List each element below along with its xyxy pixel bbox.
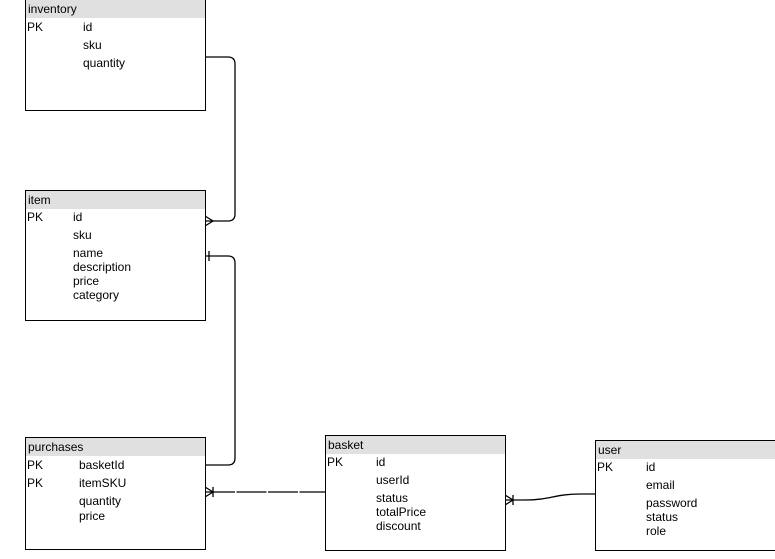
connector-inventory-item [205, 56, 236, 222]
pk-label: PK [327, 455, 344, 469]
field: password [646, 496, 698, 510]
field: status [646, 510, 679, 524]
field: role [646, 524, 667, 538]
table-user[interactable]: user PK id email password status role [595, 440, 775, 551]
table-item[interactable]: item PK id sku name description price ca… [25, 190, 206, 321]
field: quantity [79, 494, 122, 508]
table-basket[interactable]: basket PK id userId status totalPrice di… [325, 435, 506, 551]
table-title: user [596, 441, 775, 459]
field: sku [83, 38, 102, 52]
field: itemSKU [79, 476, 127, 490]
connector-item-purchases [205, 255, 236, 466]
field: totalPrice [376, 505, 427, 519]
field: basketId [79, 458, 125, 472]
field: status [376, 491, 409, 505]
pk-label: PK [27, 476, 44, 490]
field: description [73, 260, 132, 274]
table-title: basket [326, 436, 505, 454]
field: id [73, 210, 83, 224]
field: category [73, 288, 120, 302]
field: price [79, 509, 106, 523]
connector-basket-user [505, 493, 595, 501]
pk-label: PK [27, 20, 44, 34]
field: id [83, 20, 93, 34]
table-title: purchases [26, 438, 205, 456]
table-title: inventory [26, 0, 205, 18]
pk-label: PK [27, 458, 44, 472]
table-inventory[interactable]: inventory PK id sku quantity [25, 0, 206, 111]
field: email [646, 478, 675, 492]
pk-label: PK [27, 210, 44, 224]
field: name [73, 246, 104, 260]
table-title: item [26, 191, 205, 209]
field: id [376, 455, 386, 469]
field: discount [376, 519, 421, 533]
field: id [646, 460, 656, 474]
field: price [73, 274, 100, 288]
pk-label: PK [597, 460, 614, 474]
field: quantity [83, 56, 126, 70]
table-purchases[interactable]: purchases PK basketId PK itemSKU quantit… [25, 437, 206, 550]
field: sku [73, 228, 92, 242]
field: userId [376, 473, 410, 487]
